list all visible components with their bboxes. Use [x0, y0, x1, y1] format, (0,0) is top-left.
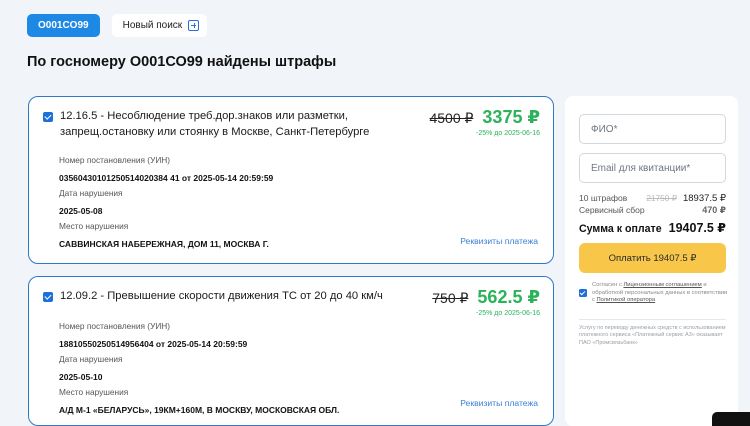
- new-search-label: Новый поиск: [122, 20, 183, 31]
- date-label: Дата нарушения: [59, 188, 123, 198]
- payment-footnote: Услугу по переводу денежных средств с ис…: [579, 325, 726, 346]
- place-label: Место нарушения: [59, 387, 129, 397]
- new-price: 562.5 ₽: [477, 287, 540, 307]
- fine-title: 12.16.5 - Несоблюдение треб.дор.знаков и…: [60, 110, 370, 138]
- new-search-button[interactable]: Новый поиск: [111, 14, 208, 37]
- price-box: 750 ₽ 562.5 ₽ -25% до 2025-06-16: [432, 287, 540, 317]
- consent-checkbox[interactable]: [579, 289, 587, 297]
- discount-note: -25% до 2025-06-16: [475, 310, 540, 317]
- new-price: 3375 ₽: [482, 107, 540, 127]
- total-row: Сумма к оплате 19407.5 ₽: [579, 220, 726, 235]
- fine-checkbox[interactable]: [43, 112, 53, 122]
- policy-link[interactable]: Политикой оператора: [597, 297, 656, 303]
- fine-checkbox[interactable]: [43, 292, 53, 302]
- corner-widget[interactable]: [712, 412, 750, 426]
- requisites-link[interactable]: Реквизиты платежа: [460, 398, 538, 408]
- divider: [579, 319, 726, 320]
- fines-count-label: 10 штрафов: [579, 193, 628, 203]
- service-fee-value: 470 ₽: [702, 204, 726, 215]
- fine-title: 12.09.2 - Превышение скорости движения Т…: [60, 290, 383, 302]
- fines-count-row: 10 штрафов 21750 ₽ 18937.5 ₽: [579, 193, 726, 205]
- place-value: А/Д М-1 «БЕЛАРУСЬ», 19КМ+160М, В МОСКВУ,…: [59, 405, 340, 415]
- date-value: 2025-05-10: [59, 372, 103, 382]
- date-label: Дата нарушения: [59, 354, 123, 364]
- place-label: Место нарушения: [59, 221, 129, 231]
- email-field[interactable]: [580, 154, 725, 182]
- place-value: САВВИНСКАЯ НАБЕРЕЖНАЯ, ДОМ 11, МОСКВА Г.: [59, 239, 269, 249]
- fines-count-value: 18937.5 ₽: [682, 193, 726, 204]
- plate-chip[interactable]: O001CO99: [27, 14, 100, 37]
- total-value: 19407.5 ₽: [668, 221, 726, 235]
- service-fee-row: Сервисный сбор 470 ₽: [579, 205, 726, 217]
- consent-text: Согласен с Лицензионным соглашением и об…: [592, 282, 729, 305]
- date-value: 2025-05-08: [59, 206, 103, 216]
- service-fee-label: Сервисный сбор: [579, 204, 645, 215]
- top-bar: O001CO99 Новый поиск: [27, 14, 208, 37]
- old-price: 750 ₽: [432, 290, 469, 306]
- total-label: Сумма к оплате: [579, 223, 662, 235]
- summary: 10 штрафов 21750 ₽ 18937.5 ₽ Сервисный сб…: [579, 193, 726, 235]
- old-price: 4500 ₽: [429, 110, 474, 126]
- fine-card: 12.09.2 - Превышение скорости движения Т…: [28, 276, 554, 426]
- name-field[interactable]: [580, 115, 725, 143]
- uin-label: Номер постановления (УИН): [59, 321, 171, 331]
- fine-fields: Номер постановления (УИН) 18810550250514…: [59, 321, 339, 420]
- price-box: 4500 ₽ 3375 ₽ -25% до 2025-06-16: [429, 107, 540, 137]
- fine-card: 12.16.5 - Несоблюдение треб.дор.знаков и…: [28, 96, 554, 264]
- name-field-wrap: [579, 114, 726, 144]
- uin-value: 18810550250514956404 от 2025-05-14 20:59…: [59, 339, 248, 349]
- uin-label: Номер постановления (УИН): [59, 155, 171, 165]
- consent-prefix: Согласен с: [592, 282, 624, 288]
- fines-count-old: 21750 ₽: [646, 193, 677, 203]
- uin-value: 03560430101250514020384 41 от 2025-05-14…: [59, 173, 274, 183]
- email-field-wrap: [579, 153, 726, 183]
- payment-panel: 10 штрафов 21750 ₽ 18937.5 ₽ Сервисный сб…: [565, 96, 738, 426]
- fine-fields: Номер постановления (УИН) 03560430101250…: [59, 155, 273, 254]
- pay-button[interactable]: Оплатить 19407.5 ₽: [579, 243, 726, 273]
- consent: Согласен с Лицензионным соглашением и об…: [579, 282, 729, 305]
- discount-note: -25% до 2025-06-16: [475, 130, 540, 137]
- plus-square-icon: [188, 20, 200, 31]
- license-link[interactable]: Лицензионным соглашением: [623, 282, 701, 288]
- page-title: По госномеру О001СО99 найдены штрафы: [27, 54, 337, 70]
- requisites-link[interactable]: Реквизиты платежа: [460, 236, 538, 246]
